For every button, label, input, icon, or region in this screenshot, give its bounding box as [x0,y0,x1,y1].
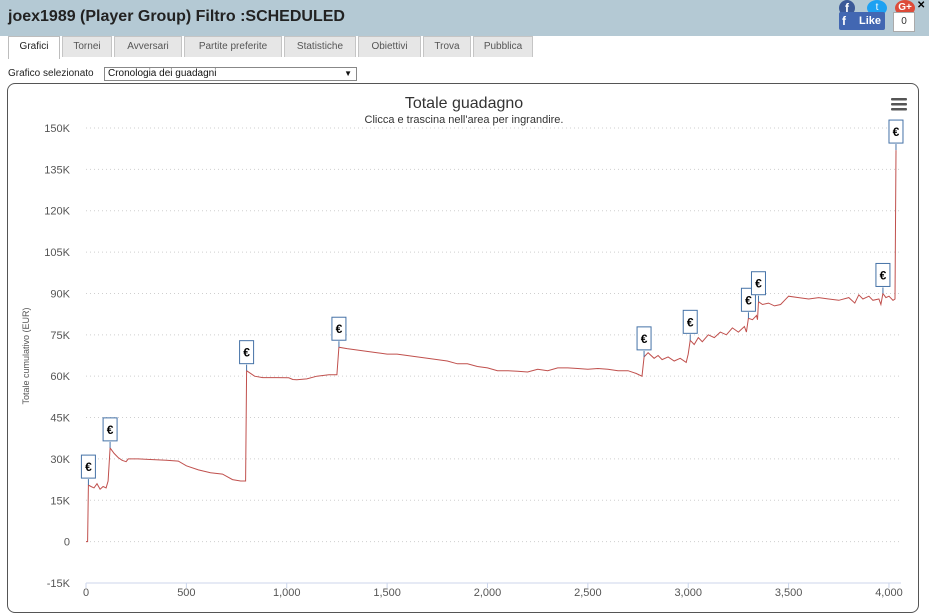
y-tick-label: 90K [50,288,70,300]
chart-svg[interactable]: -15K015K30K45K60K75K90K105K120K135K150K … [8,84,918,604]
y-tick-label: 75K [50,330,70,342]
euro-flag-label: € [243,346,250,360]
top-bar: joex1989 (Player Group) Filtro :SCHEDULE… [0,0,929,36]
tab-pubblica[interactable]: Pubblica [473,36,533,57]
grid-lines [86,127,901,584]
euro-flag-label: € [336,322,343,336]
euro-flag-label: € [85,460,92,474]
y-tick-label: 135K [44,164,70,176]
series-line [86,150,897,543]
euro-flag-marker[interactable]: € [875,262,891,294]
social-buttons: f t G+ ✕ f Like 0 [837,0,929,32]
y-tick-label: 0 [64,537,70,549]
euro-flag-label: € [687,315,694,329]
x-tick-label: 0 [83,587,89,599]
y-axis-label: Totale cumulativo (EUR) [21,307,31,404]
y-tick-label: 60K [50,371,70,383]
chart-panel: -15K 0 15K 30K 45K 60K 75K 90K 105K 120K 135K 150K … [7,83,919,613]
euro-flag-label: € [745,293,752,307]
euro-flag-marker[interactable]: € [102,417,118,448]
euro-flag-label: € [107,423,114,437]
x-tick-label: 2,500 [574,587,602,599]
like-label: Like [858,15,881,27]
euro-flag-marker[interactable]: € [682,309,698,341]
chart-title: Totale guadagno [405,95,523,112]
facebook-like-button[interactable]: f Like [839,12,885,30]
tab-trova[interactable]: Trova [423,36,471,57]
tab-tornei[interactable]: Tornei [62,36,112,57]
dropdown-arrow-icon: ▼ [344,69,352,78]
y-tick-label: 150K [44,123,70,135]
euro-flag-label: € [893,125,900,139]
flag-markers: €€€€€€€€€€ [80,119,904,486]
tab-partite-preferite[interactable]: Partite preferite [184,36,282,57]
page-title: joex1989 (Player Group) Filtro :SCHEDULE… [8,8,345,25]
tab-obiettivi[interactable]: Obiettivi [358,36,421,57]
x-tick-label: 3,000 [674,587,702,599]
facebook-logo-icon: f [842,14,846,28]
x-tick-label: 4,000 [875,587,903,599]
chart-select-value: Cronologia dei guadagni [108,68,217,79]
euro-flag-label: € [880,268,887,282]
euro-flag-label: € [641,332,648,346]
tab-avversari[interactable]: Avversari [114,36,182,57]
chart-select-label: Grafico selezionato [8,68,94,79]
euro-flag-marker[interactable]: € [636,326,652,357]
tab-statistiche[interactable]: Statistiche [284,36,356,57]
chart-select[interactable]: Cronologia dei guadagni ▼ [104,67,357,81]
euro-flag-marker[interactable]: € [331,316,347,348]
euro-flag-label: € [755,277,762,291]
y-tick-label: 105K [44,247,70,259]
x-tick-label: 2,000 [474,587,502,599]
tab-grafici[interactable]: Grafici [8,36,60,59]
y-tick-label: 120K [44,206,70,218]
menu-icon[interactable] [891,98,907,111]
close-icon[interactable]: ✕ [917,0,925,11]
x-tick-label: 3,500 [775,587,803,599]
y-tick-label: 30K [50,454,70,466]
x-tick-label: 1,500 [373,587,401,599]
euro-flag-marker[interactable]: € [80,454,96,486]
y-tick-label: -15K [47,578,71,590]
x-tick-label: 500 [177,587,195,599]
chart-subtitle: Clicca e trascina nell'area per ingrandi… [365,114,564,126]
like-count: 0 [893,12,915,32]
euro-flag-marker[interactable]: € [239,340,255,371]
y-axis-ticks: -15K 0 15K 30K 45K 60K 75K 90K 105K 120K 135K 150K [44,123,70,590]
x-tick-label: 1,000 [273,587,301,599]
euro-flag-marker[interactable]: € [888,119,904,151]
y-tick-label: 15K [50,495,70,507]
x-axis-ticks: 0 500 1,000 1,500 2,000 2,500 3,000 3,500 4,000 [83,582,903,599]
y-tick-label: 45K [50,413,70,425]
